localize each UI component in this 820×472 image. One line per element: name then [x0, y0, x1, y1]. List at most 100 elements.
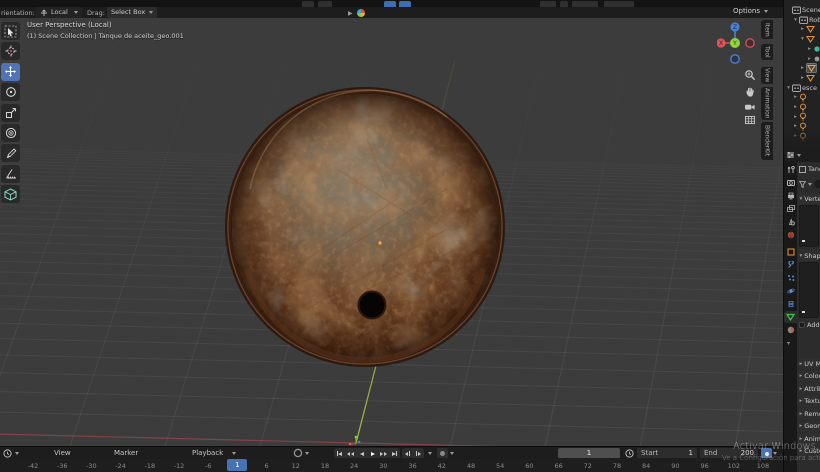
collapsed-panel-uv-maps[interactable]: ▸UV Maps	[798, 358, 820, 369]
collapsed-panel-texture-space[interactable]: ▸Texture Space	[798, 396, 820, 407]
start-label: Start	[641, 450, 658, 457]
ortho-grid-button[interactable]	[743, 113, 757, 127]
collapse-chevron-icon[interactable]: ▸	[807, 46, 812, 52]
collapse-chevron-icon[interactable]: ▸	[793, 104, 798, 110]
side-tab-animation[interactable]: Animation	[761, 87, 773, 120]
gizmo-x-neg-axis[interactable]	[746, 39, 754, 47]
collapsed-panel-attributes[interactable]: ▸Attributes	[798, 383, 820, 394]
outliner-row[interactable]: ▸	[784, 92, 820, 102]
current-frame-badge[interactable]: 1	[227, 459, 247, 471]
outliner-row[interactable]: ▸	[784, 63, 820, 73]
side-tab-view[interactable]: View	[761, 67, 773, 84]
properties-tab-scene[interactable]	[784, 216, 797, 228]
properties-tab-view-layer[interactable]	[784, 203, 797, 215]
properties-tab-object-data[interactable]	[784, 311, 797, 323]
header-expand-chevron[interactable]: ▶	[348, 10, 353, 17]
ruler-label: 54	[496, 462, 504, 470]
tool-annotate[interactable]	[1, 144, 20, 162]
timeline-menu-view[interactable]: View	[54, 449, 71, 457]
collapse-chevron-icon[interactable]: ▸	[800, 65, 805, 71]
ruler-label: -30	[86, 462, 97, 470]
properties-tabs-more-chevron[interactable]: ▾	[787, 340, 790, 347]
tool-scale[interactable]	[1, 104, 20, 122]
end-label: End	[704, 450, 717, 457]
filter-funnel-icon[interactable]	[799, 181, 806, 188]
shading-ball-icon[interactable]	[357, 9, 365, 17]
view-perspective-label: User Perspective (Local)	[27, 22, 112, 29]
outliner-row[interactable]: Scene Collection	[784, 5, 820, 15]
tool-rotate[interactable]	[1, 83, 20, 101]
outliner-row[interactable]: ▾	[784, 34, 820, 44]
camera-button[interactable]	[743, 100, 757, 114]
collapsed-panel-colour-attributes[interactable]: ▸Colour Attributes	[798, 371, 820, 382]
properties-tab-world[interactable]	[784, 229, 797, 241]
vertex-groups-list[interactable]	[799, 205, 819, 247]
ruler-label: -12	[174, 462, 185, 470]
preview-range-clock-icon[interactable]	[625, 449, 634, 458]
outliner-row[interactable]: ▸	[784, 44, 820, 54]
properties-tab-constraints[interactable]	[784, 298, 797, 310]
properties-tab-render[interactable]	[784, 177, 797, 189]
viewport-3d[interactable]: User Perspective (Local) (1) Scene Colle…	[0, 18, 783, 446]
add-checkbox[interactable]	[799, 322, 805, 328]
ruler-label: 60	[525, 462, 533, 470]
panel-header-shape-keys[interactable]: ▾Shape Keys	[798, 250, 820, 261]
expand-chevron-icon[interactable]: ▾	[800, 36, 805, 42]
expand-chevron-icon[interactable]: ▾	[786, 85, 791, 91]
timeline-menu-marker[interactable]: Marker	[114, 449, 138, 457]
properties-tab-physics[interactable]	[784, 285, 797, 297]
side-tab-tool[interactable]: Tool	[761, 44, 773, 60]
properties-tab-particles[interactable]	[784, 272, 797, 284]
add-rest-position-row[interactable]: Add	[799, 322, 820, 329]
outliner-row[interactable]: ▾Rob	[784, 15, 820, 25]
hand-button[interactable]	[743, 85, 757, 99]
timeline-ruler[interactable]: -42-36-30-24-18-12-616121824303642485460…	[0, 458, 783, 472]
collapse-chevron-icon[interactable]: ▸	[807, 56, 812, 62]
options-dropdown[interactable]: Options	[733, 8, 768, 15]
sync-dropdown[interactable]	[293, 448, 309, 458]
gizmo-z-neg-axis[interactable]	[731, 55, 739, 63]
properties-tab-modifiers[interactable]	[784, 259, 797, 271]
collapsed-panel-geometry-data[interactable]: ▸Geometry Data	[798, 421, 820, 432]
collapse-chevron-icon[interactable]: ▸	[800, 26, 805, 32]
tool-select-box[interactable]	[1, 22, 20, 40]
current-frame-value: 1	[587, 450, 591, 457]
chevron-down-icon	[808, 183, 812, 186]
side-tab-blenderkit[interactable]: BlenderKit	[761, 122, 773, 160]
expand-chevron-icon[interactable]: ▾	[793, 17, 798, 23]
tool-move[interactable]	[1, 63, 20, 81]
list-item-dot	[802, 240, 805, 243]
properties-tab-material[interactable]	[784, 324, 797, 336]
breadcrumb-object-name: Tanque de aceite_geo.001	[808, 166, 820, 173]
properties-tab-tool[interactable]	[784, 164, 797, 176]
outliner-row[interactable]: ▸	[784, 24, 820, 34]
outliner-row[interactable]: ▾esce	[784, 83, 820, 93]
outliner-row[interactable]: ▸	[784, 73, 820, 83]
outliner-row[interactable]: ▸	[784, 54, 820, 64]
outliner-fade	[784, 126, 820, 148]
search-input[interactable]	[814, 180, 820, 188]
side-tab-item[interactable]: Item	[761, 20, 773, 39]
navigation-gizmo[interactable]: Z X Y	[717, 21, 755, 65]
properties-tab-output[interactable]	[784, 190, 797, 202]
tool-measure[interactable]	[1, 165, 20, 183]
collapse-chevron-icon[interactable]: ▸	[793, 94, 798, 100]
shape-keys-list[interactable]	[799, 262, 819, 318]
collapse-chevron-icon[interactable]: ▸	[800, 75, 805, 81]
drag-dropdown[interactable]: Select Box	[107, 7, 157, 18]
outliner-row[interactable]: ▸	[784, 112, 820, 122]
orientation-dropdown[interactable]: Local	[36, 7, 82, 18]
tool-add-cube[interactable]	[1, 185, 20, 203]
tool-cursor[interactable]	[1, 42, 20, 60]
outliner-row[interactable]: ▸	[784, 102, 820, 112]
timeline-menu-playback[interactable]: Playback	[192, 449, 223, 457]
oil-tank-object[interactable]	[217, 79, 513, 375]
properties-header[interactable]	[784, 148, 820, 162]
zoom-button[interactable]	[743, 68, 757, 82]
collapse-chevron-icon[interactable]: ▸	[793, 114, 798, 120]
properties-tab-object[interactable]	[784, 246, 797, 258]
panel-header-vertex-groups[interactable]: ▾Vertex Groups	[798, 193, 820, 204]
collapsed-panel-remesh[interactable]: ▸Remesh	[798, 408, 820, 419]
tool-transform[interactable]	[1, 124, 20, 142]
timeline-editor-type[interactable]	[3, 449, 19, 458]
